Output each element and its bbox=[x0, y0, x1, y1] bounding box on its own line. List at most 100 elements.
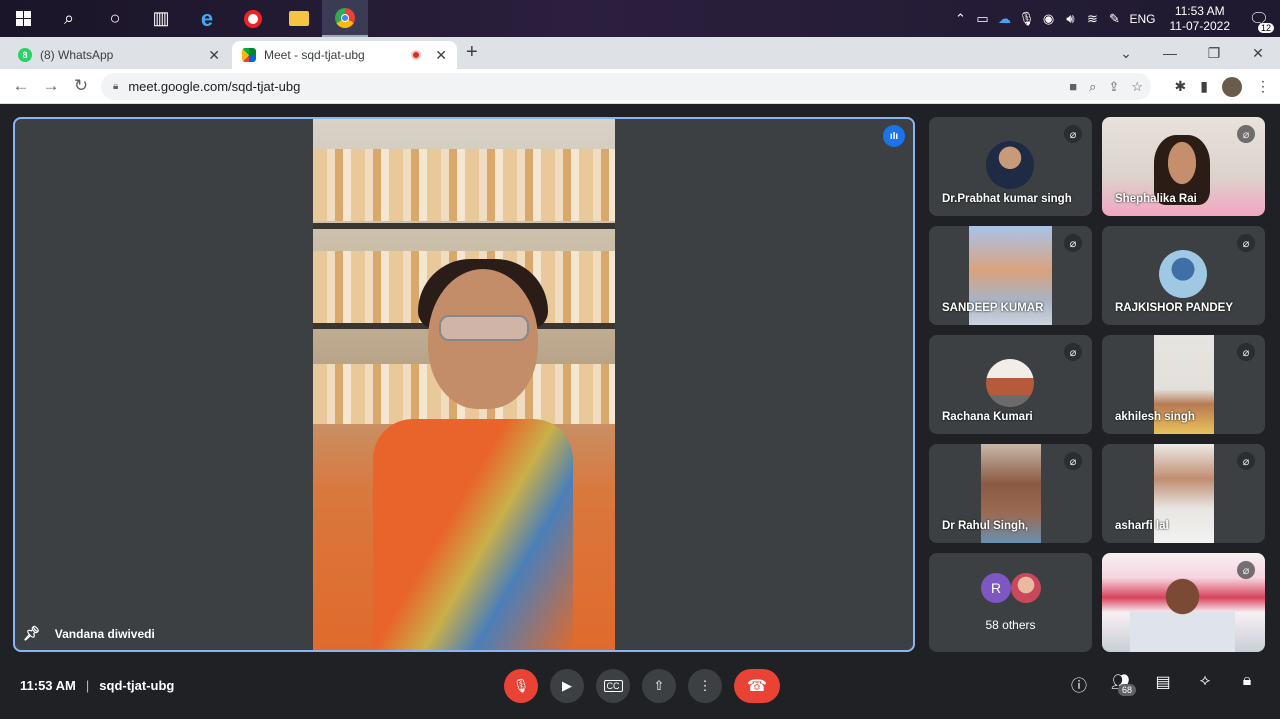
tab-meet[interactable]: Meet - sqd-tjat-ubg ✕ bbox=[232, 41, 457, 69]
window-controls: ⌄ — ❐ ✕ bbox=[1104, 37, 1280, 69]
camera-toggle-button[interactable]: ▶ bbox=[550, 669, 584, 703]
tab-title: (8) WhatsApp bbox=[40, 48, 114, 62]
activities-button[interactable]: ⟡ bbox=[1194, 672, 1216, 710]
chat-button[interactable]: ▤ bbox=[1152, 672, 1174, 710]
tab-whatsapp[interactable]: 8 (8) WhatsApp ✕ bbox=[8, 41, 230, 69]
avatar bbox=[1159, 250, 1207, 298]
back-icon[interactable]: ← bbox=[6, 76, 36, 96]
notification-center-icon[interactable]: 🗨︎ 12 bbox=[1244, 5, 1274, 33]
camera-in-use-icon[interactable]: ■ bbox=[1069, 79, 1077, 94]
restore-icon[interactable]: ❐ bbox=[1192, 45, 1236, 62]
bookshelf bbox=[313, 149, 615, 221]
cortana-icon[interactable]: ○ bbox=[92, 0, 138, 37]
battery-icon[interactable]: ▭ bbox=[971, 11, 993, 27]
separator: | bbox=[85, 678, 90, 693]
tab-search-icon[interactable]: ⌄ bbox=[1104, 45, 1148, 62]
onedrive-icon[interactable]: ☁ bbox=[993, 11, 1015, 27]
lock-icon[interactable]: 🔒︎ bbox=[113, 81, 118, 92]
wifi-icon[interactable]: ≋ bbox=[1081, 11, 1103, 27]
main-speaker-tile[interactable]: ıIı 📌︎ Vandana diwivedi bbox=[13, 117, 915, 652]
menu-kebab-icon[interactable]: ⋮ bbox=[1256, 78, 1270, 95]
google-meet-icon bbox=[242, 48, 256, 62]
others-count-label: 58 others bbox=[985, 618, 1036, 632]
glasses bbox=[439, 315, 529, 341]
participant-name: Dr.Prabhat kumar singh bbox=[942, 193, 1072, 205]
chrome-icon[interactable] bbox=[322, 0, 368, 37]
windows-start-icon[interactable] bbox=[0, 0, 46, 37]
meeting-side-controls: ⓘ 👥︎ 68 ▤ ⟡ 🔒︎ bbox=[1068, 672, 1258, 710]
address-bar[interactable]: 🔒︎ meet.google.com/sqd-tjat-ubg ■ ⌕ ⇪ ☆ bbox=[101, 73, 1151, 100]
pin-icon[interactable]: 📌︎ bbox=[23, 625, 41, 642]
participant-tile[interactable]: ⌀ Dr Rahul Singh, bbox=[929, 444, 1092, 543]
activities-icon: ⟡ bbox=[1199, 672, 1211, 689]
closed-captions-icon: CC bbox=[603, 680, 623, 692]
share-icon[interactable]: ⇪ bbox=[1108, 79, 1119, 95]
close-icon[interactable]: ✕ bbox=[208, 47, 220, 64]
participant-name: Dr Rahul Singh, bbox=[942, 520, 1029, 532]
zoom-icon[interactable]: ⌕ bbox=[1089, 79, 1096, 95]
new-tab-button[interactable]: + bbox=[466, 41, 478, 64]
browser-tab-strip: 8 (8) WhatsApp ✕ Meet - sqd-tjat-ubg ✕ bbox=[0, 37, 1280, 69]
meeting-info: 11:53 AM | sqd-tjat-ubg bbox=[20, 678, 174, 693]
participant-name: RAJKISHOR PANDEY bbox=[1115, 302, 1233, 314]
mic-off-icon: ⌀ bbox=[1064, 452, 1082, 470]
minimize-icon[interactable]: — bbox=[1148, 45, 1192, 61]
call-end-icon: ☎ bbox=[747, 678, 767, 695]
meet-control-bar: 11:53 AM | sqd-tjat-ubg 🎙︎ ▶ CC ⇧ ⋮ ☎ ⓘ … bbox=[0, 652, 1280, 719]
participant-tile[interactable]: ⌀ Rachana Kumari bbox=[929, 335, 1092, 434]
pen-icon[interactable]: ✎ bbox=[1103, 11, 1125, 27]
participant-video bbox=[1130, 578, 1235, 652]
close-icon[interactable]: ✕ bbox=[435, 47, 447, 64]
participant-tile[interactable]: ⌀ RAJKISHOR PANDEY bbox=[1102, 226, 1265, 325]
speaker-name-label: Vandana diwivedi bbox=[54, 626, 155, 641]
notification-count: 12 bbox=[1257, 22, 1274, 33]
side-panel-icon[interactable]: ▮ bbox=[1200, 78, 1208, 95]
mic-off-icon: ⌀ bbox=[1064, 125, 1082, 143]
mic-off-icon: ⌀ bbox=[1237, 343, 1255, 361]
participant-tile[interactable]: ⌀ asharfi lal bbox=[1102, 444, 1265, 543]
more-vert-icon: ⋮ bbox=[698, 678, 712, 693]
mic-off-icon: ⌀ bbox=[1064, 343, 1082, 361]
reload-icon[interactable]: ↻ bbox=[66, 76, 96, 96]
meeting-details-button[interactable]: ⓘ bbox=[1068, 672, 1090, 710]
speaker-person bbox=[373, 259, 573, 650]
avatar bbox=[986, 141, 1034, 189]
present-button[interactable]: ⇧ bbox=[642, 669, 676, 703]
record-icon[interactable] bbox=[230, 0, 276, 37]
participant-name: akhilesh singh bbox=[1115, 411, 1195, 423]
close-window-icon[interactable]: ✕ bbox=[1236, 45, 1280, 62]
language-indicator[interactable]: ENG bbox=[1129, 12, 1155, 26]
mic-off-icon: ⌀ bbox=[1237, 125, 1255, 143]
file-explorer-icon[interactable] bbox=[276, 0, 322, 37]
meeting-time: 11:53 AM bbox=[20, 678, 76, 693]
volume-icon[interactable]: 🔊︎ bbox=[1059, 11, 1081, 27]
people-button[interactable]: 👥︎ 68 bbox=[1110, 672, 1136, 710]
participant-tile[interactable]: ⌀ bbox=[1102, 553, 1265, 652]
participant-tile[interactable]: ⌀ Dr.Prabhat kumar singh bbox=[929, 117, 1092, 216]
participant-tile[interactable]: ⌀ akhilesh singh bbox=[1102, 335, 1265, 434]
bookmark-star-icon[interactable]: ☆ bbox=[1131, 79, 1143, 95]
camera-icon[interactable]: ◉ bbox=[1037, 11, 1059, 27]
profile-avatar[interactable] bbox=[1222, 76, 1242, 97]
host-controls-button[interactable]: 🔒︎ bbox=[1236, 672, 1258, 710]
edge-icon[interactable]: e bbox=[184, 0, 230, 37]
clock-date: 11-07-2022 bbox=[1169, 18, 1231, 33]
participant-name: SANDEEP KUMAR bbox=[942, 302, 1044, 314]
search-icon[interactable]: ⌕ bbox=[46, 0, 92, 37]
extensions-icon[interactable]: ✱ bbox=[1175, 78, 1187, 95]
captions-button[interactable]: CC bbox=[596, 669, 630, 703]
leave-call-button[interactable]: ☎ bbox=[734, 669, 780, 703]
participant-tile[interactable]: ⌀ Shephalika Rai bbox=[1102, 117, 1265, 216]
microphone-icon[interactable]: 🎙︎ bbox=[1015, 11, 1037, 27]
others-tile[interactable]: R 58 others bbox=[929, 553, 1092, 652]
present-screen-icon: ⇧ bbox=[653, 678, 665, 693]
taskbar-clock[interactable]: 11:53 AM 11-07-2022 bbox=[1170, 4, 1231, 34]
mic-toggle-button[interactable]: 🎙︎ bbox=[504, 669, 538, 703]
participant-tile[interactable]: ⌀ SANDEEP KUMAR bbox=[929, 226, 1092, 325]
task-view-icon[interactable]: ▥ bbox=[138, 0, 184, 37]
mic-off-icon: ⌀ bbox=[1237, 234, 1255, 252]
others-avatar: R bbox=[981, 573, 1011, 603]
more-options-button[interactable]: ⋮ bbox=[688, 669, 722, 703]
forward-icon[interactable]: → bbox=[36, 76, 66, 96]
chevron-up-icon[interactable]: ⌃ bbox=[949, 11, 971, 27]
